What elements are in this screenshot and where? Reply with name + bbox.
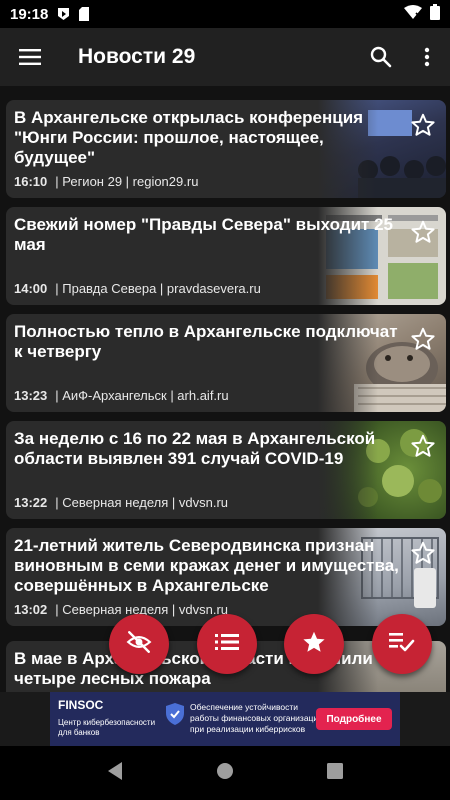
list-icon [215,632,239,657]
menu-icon[interactable] [0,28,60,86]
hide-read-button[interactable] [109,614,169,674]
news-headline[interactable]: Полностью тепло в Архангельске подключат… [14,322,406,362]
more-vert-icon[interactable] [404,28,450,86]
home-icon[interactable] [215,761,235,786]
news-source: | Северная неделя | vdvsn.ru [55,495,229,510]
ad-brand-subtitle: Центр кибербезопасности для банков [58,718,156,737]
star-outline-icon[interactable] [410,112,436,138]
ad-banner[interactable]: FINSOC Центр кибербезопасности для банко… [50,692,400,746]
hide-read-icon [126,629,152,660]
star-outline-icon[interactable] [410,433,436,459]
star-icon [301,629,327,660]
status-bar: 19:18 [0,0,450,28]
play-protect-icon [56,7,70,21]
news-meta: 13:23 | АиФ-Архангельск | arh.aif.ru [14,388,229,403]
back-icon[interactable] [106,761,124,786]
wifi-icon [404,4,422,24]
playlist-check-icon [389,631,415,658]
ad-brand: FINSOC [58,698,104,712]
shield-icon [165,702,185,731]
sd-card-icon [78,7,90,21]
recents-icon[interactable] [326,762,344,785]
news-card[interactable]: В Архангельске открылась конференция "Юн… [6,100,446,198]
news-time: 16:10 [14,174,48,189]
news-headline[interactable]: За неделю с 16 по 22 мая в Архангельской… [14,429,406,469]
app-title: Новости 29 [78,45,196,68]
mark-read-button[interactable] [372,614,432,674]
news-meta: 13:02 | Северная неделя | vdvsn.ru [14,602,228,617]
status-time: 19:18 [10,5,49,23]
ad-text: Обеспечение устойчивости работы финансов… [190,702,323,734]
news-time: 13:02 [14,602,48,617]
news-time: 13:23 [14,388,48,403]
app-bar: Новости 29 [0,28,450,86]
news-headline[interactable]: Свежий номер "Правды Севера" выходит 25 … [14,215,406,255]
news-source: | Регион 29 | region29.ru [55,174,199,189]
news-meta: 13:22 | Северная неделя | vdvsn.ru [14,495,228,510]
news-card[interactable]: Свежий номер "Правды Севера" выходит 25 … [6,207,446,305]
list-view-button[interactable] [197,614,257,674]
star-outline-icon[interactable] [410,219,436,245]
star-outline-icon[interactable] [410,540,436,566]
news-source: | АиФ-Архангельск | arh.aif.ru [55,388,229,403]
news-headline[interactable]: 21-летний житель Северодвинска признан в… [14,536,406,596]
battery-icon [430,3,440,25]
news-source: | Правда Севера | pravdasevera.ru [55,281,261,296]
news-feed[interactable]: В Архангельске открылась конференция "Юн… [0,86,450,692]
ad-more-button[interactable]: Подробнее [316,708,392,730]
search-icon[interactable] [358,28,404,86]
news-headline[interactable]: В Архангельске открылась конференция "Юн… [14,108,406,168]
news-card[interactable]: За неделю с 16 по 22 мая в Архангельской… [6,421,446,519]
favorites-button[interactable] [284,614,344,674]
news-card[interactable]: Полностью тепло в Архангельске подключат… [6,314,446,412]
news-time: 13:22 [14,495,48,510]
navigation-bar [0,746,450,800]
news-meta: 16:10 | Регион 29 | region29.ru [14,174,198,189]
news-card[interactable]: 21-летний житель Северодвинска признан в… [6,528,446,626]
star-outline-icon[interactable] [410,326,436,352]
news-time: 14:00 [14,281,48,296]
news-meta: 14:00 | Правда Севера | pravdasevera.ru [14,281,261,296]
